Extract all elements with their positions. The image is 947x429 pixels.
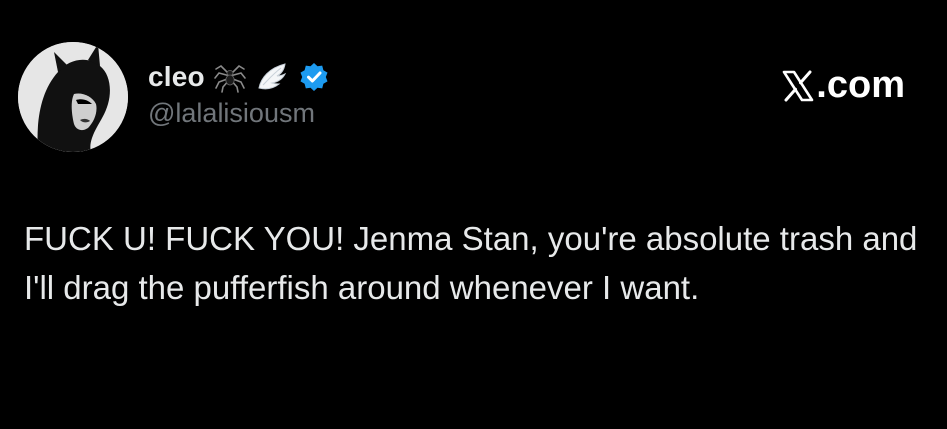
name-row: cleo: [148, 60, 331, 94]
verified-badge-icon[interactable]: [297, 60, 331, 94]
wing-emoji-icon: [255, 60, 289, 94]
x-logo-icon: [782, 70, 814, 101]
display-name[interactable]: cleo: [148, 61, 205, 93]
tweet-card: cleo @lalalisiousm .com FUCK U! FUCK YOU…: [0, 0, 947, 429]
tweet-text: FUCK U! FUCK YOU! Jenma Stan, you're abs…: [24, 220, 918, 306]
brand-domain: .com: [816, 64, 905, 106]
spider-emoji-icon: [213, 60, 247, 94]
avatar[interactable]: [18, 42, 128, 152]
avatar-image: [18, 42, 128, 152]
x-brand: .com: [781, 64, 905, 107]
user-handle[interactable]: @lalalisiousm: [148, 98, 331, 129]
author-block: cleo @lalalisiousm: [148, 60, 331, 129]
